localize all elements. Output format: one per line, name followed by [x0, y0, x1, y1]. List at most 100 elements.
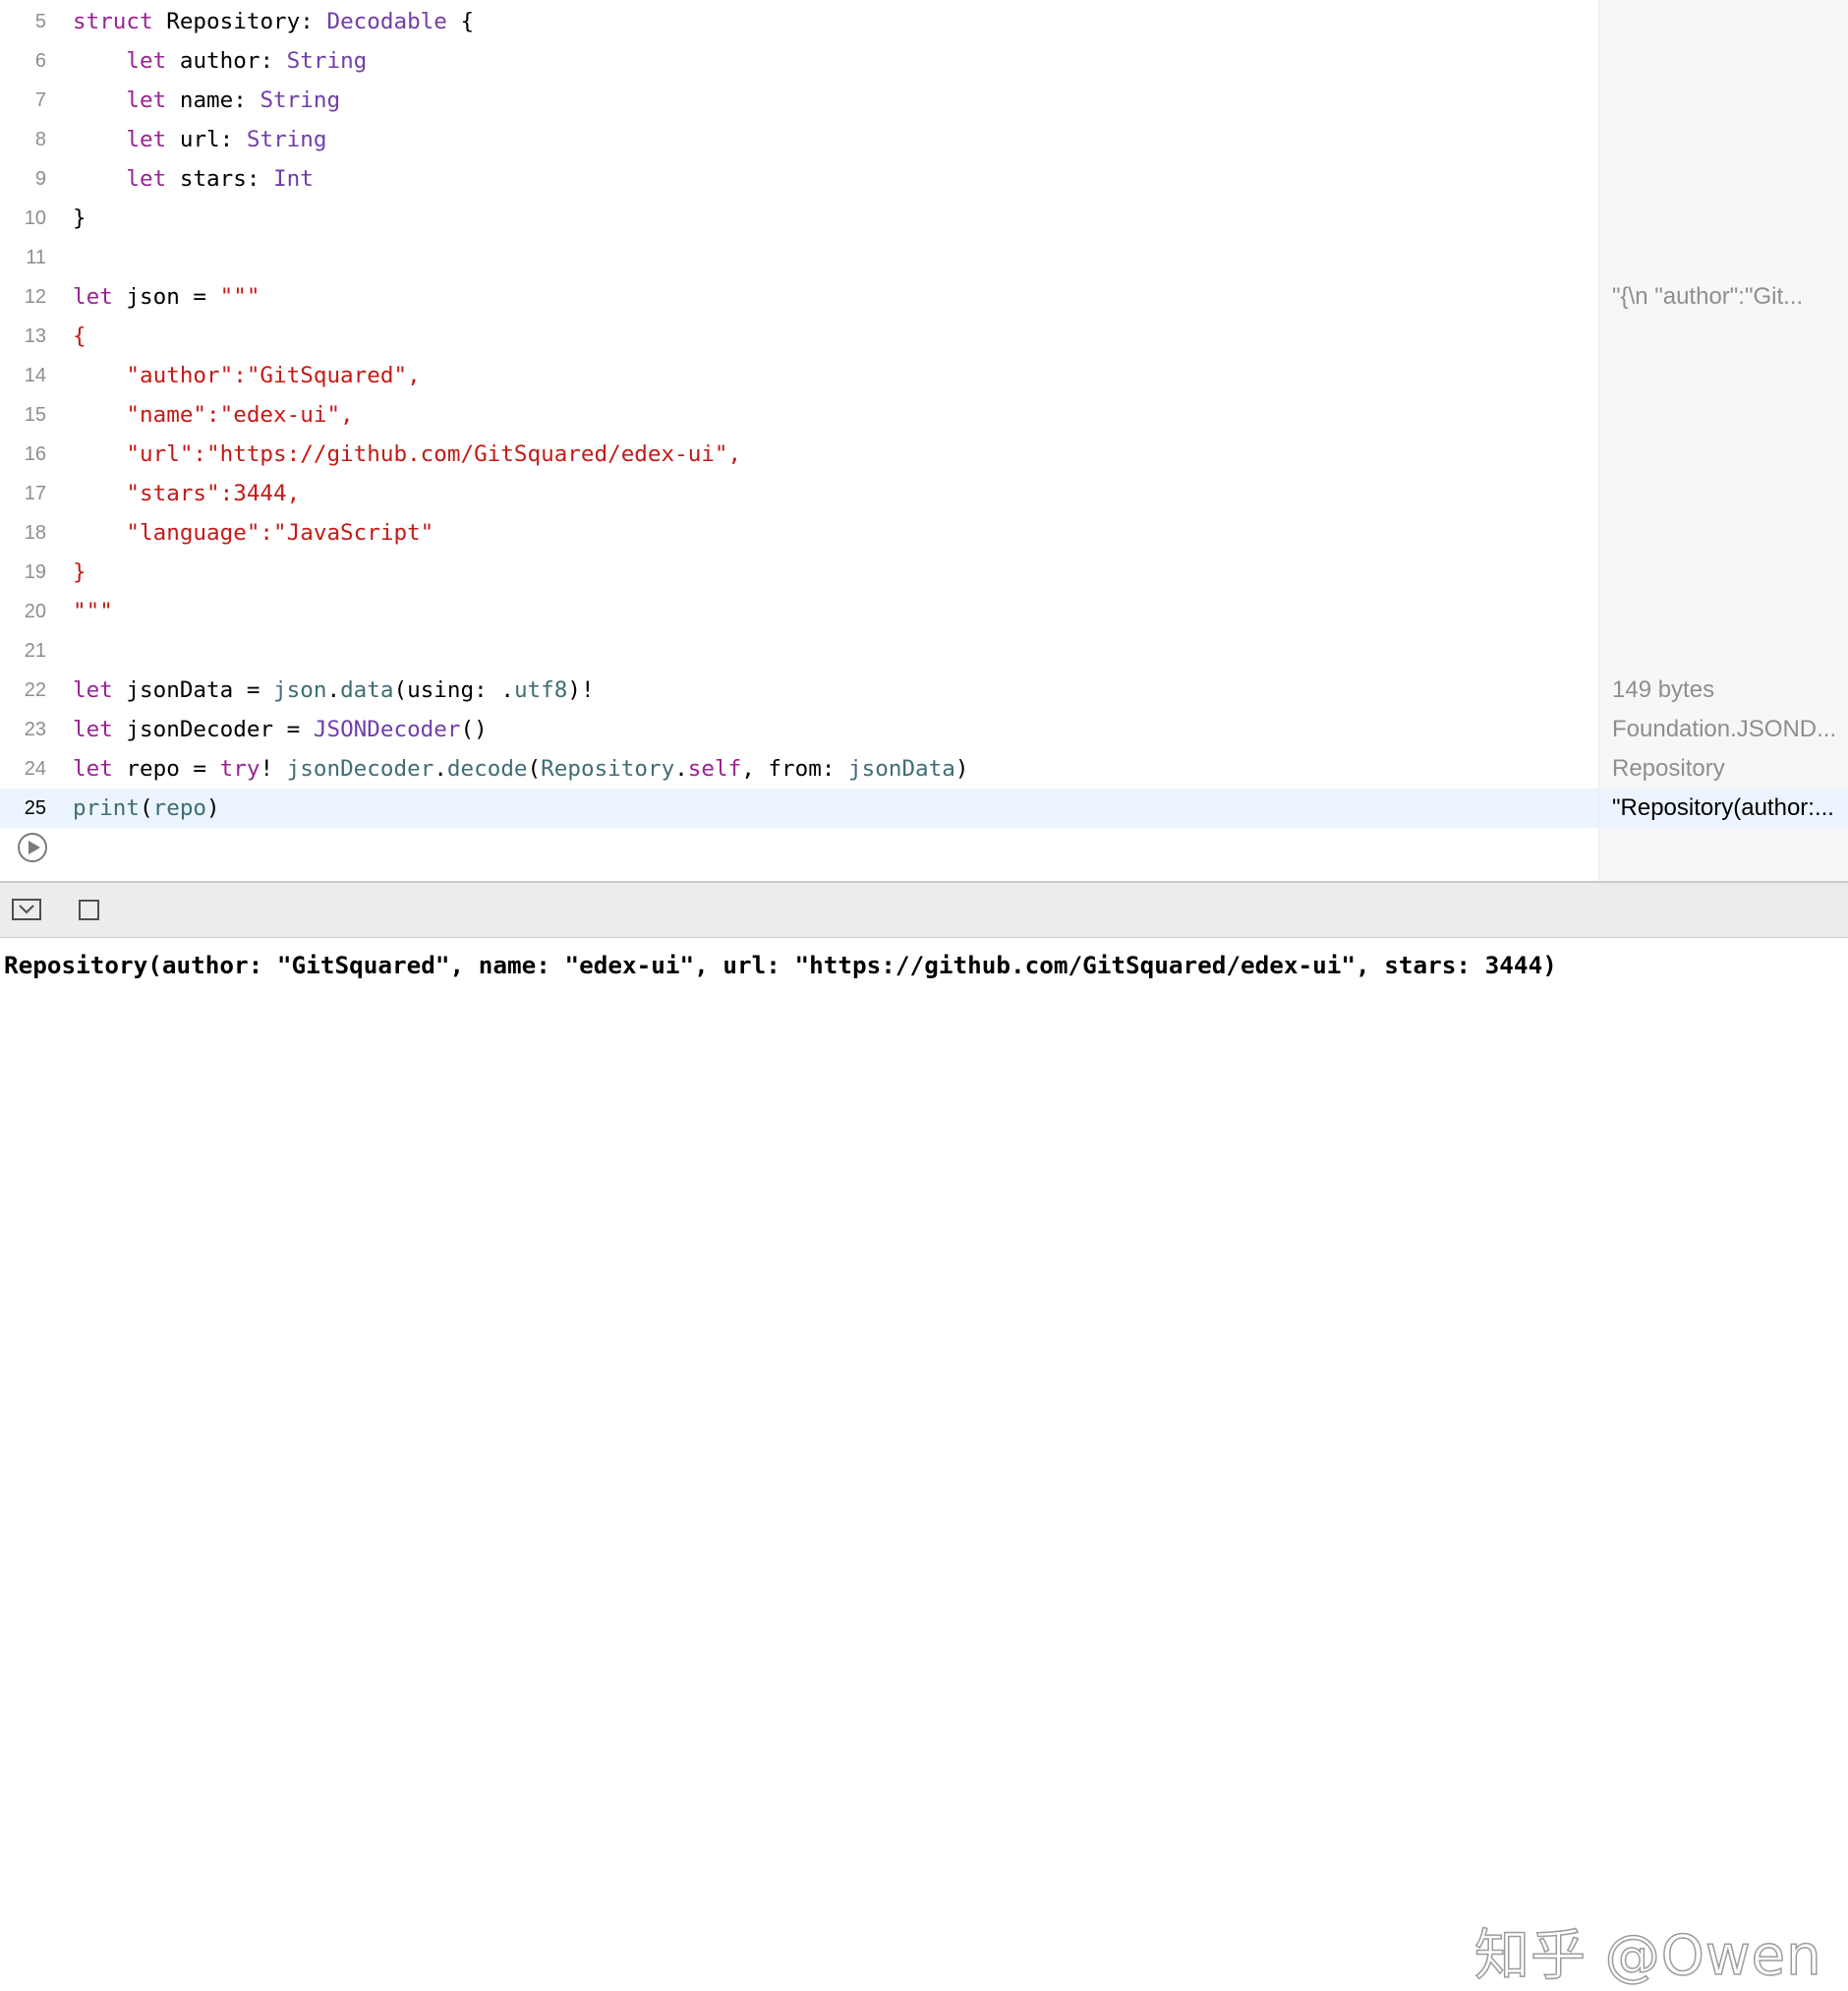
- code-token: jsonData =: [112, 677, 274, 703]
- code-token: self: [687, 756, 742, 782]
- result-value[interactable]: Repository: [1612, 749, 1842, 789]
- code-token: utf8: [513, 677, 568, 703]
- code-line[interactable]: 17 "stars":3444,: [0, 474, 1598, 513]
- play-icon: [29, 841, 40, 854]
- line-number: 19: [24, 561, 46, 583]
- code-token: Decodable: [326, 9, 447, 34]
- line-number: 8: [34, 129, 46, 150]
- code-text: "url":"https://github.com/GitSquared/ede…: [73, 435, 741, 474]
- watermark: 知乎 @Owen: [1473, 1923, 1822, 1989]
- hide-debug-area-button[interactable]: [12, 899, 41, 920]
- code-text: let repo = try! jsonDecoder.decode(Repos…: [73, 749, 968, 789]
- code-editor[interactable]: 5 struct Repository: Decodable {6 let aut…: [0, 0, 1848, 881]
- code-token: (using: .: [393, 677, 514, 703]
- code-token: (: [140, 795, 153, 821]
- code-token: String: [246, 127, 327, 152]
- code-line[interactable]: 22 let jsonData = json.data(using: .utf8)…: [0, 671, 1598, 710]
- code-line[interactable]: 6 let author: String: [0, 41, 1598, 81]
- result-value[interactable]: 149 bytes: [1612, 671, 1842, 710]
- code-text: let json = """: [73, 277, 260, 317]
- code-token: , from:: [741, 756, 849, 782]
- code-text: struct Repository: Decodable {: [73, 2, 474, 41]
- line-number: 11: [26, 247, 46, 268]
- code-token: )!: [567, 677, 595, 703]
- line-number: 21: [24, 640, 46, 662]
- code-line[interactable]: 19}: [0, 553, 1598, 592]
- line-number: 12: [24, 286, 46, 308]
- code-token: stars:: [166, 166, 274, 192]
- code-text: "name":"edex-ui",: [73, 395, 354, 435]
- line-number: 16: [24, 443, 46, 465]
- code-text: "language":"JavaScript": [73, 513, 433, 553]
- code-token: """: [73, 599, 113, 624]
- code-text: let stars: Int: [73, 159, 313, 199]
- run-button[interactable]: [18, 833, 47, 862]
- code-line[interactable]: 15 "name":"edex-ui",: [0, 395, 1598, 435]
- code-text: print(repo): [73, 789, 220, 828]
- code-token: url:: [166, 127, 247, 152]
- debug-bar: [0, 881, 1848, 938]
- code-text: }: [73, 199, 87, 238]
- code-token: print: [73, 795, 141, 821]
- toggle-console-button[interactable]: [79, 900, 99, 920]
- console-output: Repository(author: "GitSquared", name: "…: [4, 951, 1557, 979]
- code-line[interactable]: 5 struct Repository: Decodable {: [0, 2, 1598, 41]
- chevron-down-icon: [19, 905, 34, 914]
- line-number: 24: [24, 758, 46, 780]
- code-text: let url: String: [73, 120, 326, 159]
- code-token: "stars":3444,: [73, 481, 301, 506]
- line-number: 20: [24, 601, 46, 622]
- code-token: "name":"edex-ui",: [73, 402, 354, 428]
- code-line[interactable]: 12 let json = """: [0, 277, 1598, 317]
- code-token: (: [527, 756, 542, 782]
- code-line[interactable]: 23 let jsonDecoder = JSONDecoder(): [0, 710, 1598, 749]
- line-number: 13: [24, 325, 46, 347]
- code-token: try: [219, 756, 260, 782]
- line-number: 14: [24, 365, 46, 386]
- code-token: let: [73, 284, 113, 310]
- code-line[interactable]: 20 """: [0, 592, 1598, 631]
- code-line[interactable]: 16 "url":"https://github.com/GitSquared/…: [0, 435, 1598, 474]
- code-token: ): [954, 756, 969, 782]
- line-number: 25: [24, 797, 46, 819]
- code-token: let: [126, 166, 167, 192]
- result-value[interactable]: Foundation.JSOND...: [1612, 710, 1842, 749]
- code-token: {: [446, 9, 475, 34]
- code-line[interactable]: 18 "language":"JavaScript": [0, 513, 1598, 553]
- code-token: """: [219, 284, 260, 310]
- line-number: 9: [34, 168, 46, 190]
- code-token: }: [73, 205, 87, 231]
- code-line[interactable]: 11: [0, 238, 1598, 277]
- code-line[interactable]: 7 let name: String: [0, 81, 1598, 120]
- code-line[interactable]: 21: [0, 631, 1598, 671]
- code-text: """: [73, 592, 113, 631]
- code-text: "stars":3444,: [73, 474, 300, 513]
- code-token: jsonDecoder: [286, 756, 434, 782]
- code-token: }: [73, 559, 87, 585]
- line-number: 18: [24, 522, 46, 544]
- code-token: let: [126, 127, 167, 152]
- code-line[interactable]: 10}: [0, 199, 1598, 238]
- code-token: jsonData: [848, 756, 955, 782]
- code-line[interactable]: 14 "author":"GitSquared",: [0, 356, 1598, 395]
- console-area: Repository(author: "GitSquared", name: "…: [0, 938, 1848, 1989]
- line-number: 15: [24, 404, 46, 426]
- code-token: {: [73, 323, 87, 349]
- code-token: author:: [166, 48, 287, 74]
- code-token: "url":"https://github.com/GitSquared/ede…: [73, 441, 742, 467]
- code-token: struct: [73, 9, 153, 34]
- result-value[interactable]: "Repository(author:...: [1599, 789, 1848, 828]
- code-line[interactable]: 25 print(repo): [0, 789, 1598, 828]
- result-value[interactable]: "{\n "author":"Git...: [1612, 277, 1842, 317]
- code-token: .: [674, 756, 688, 782]
- code-line[interactable]: 9 let stars: Int: [0, 159, 1598, 199]
- code-token: Repository: [541, 756, 675, 782]
- code-line[interactable]: 24 let repo = try! jsonDecoder.decode(Rep…: [0, 749, 1598, 789]
- code-token: let: [126, 88, 167, 113]
- line-number: 5: [34, 11, 46, 32]
- code-line[interactable]: 8 let url: String: [0, 120, 1598, 159]
- code-line[interactable]: 13 {: [0, 317, 1598, 356]
- code-text: let author: String: [73, 41, 367, 81]
- line-number: 10: [24, 207, 46, 229]
